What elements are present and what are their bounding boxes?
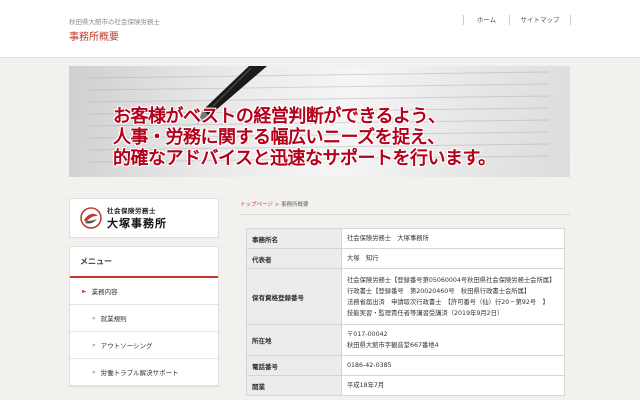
value-line: 平成18年7月 <box>347 382 385 389</box>
breadcrumb-separator: > <box>272 202 281 208</box>
value-line: 技能実習・監理責任者等講習受講済（2019年9月2日） <box>347 309 504 317</box>
site-header: 秋田県大館市の社会保険労務士 事務所概要 ホーム サイトマップ <box>0 0 640 58</box>
row-label: 代表者 <box>246 248 342 269</box>
value-line: 0186-42-0385 <box>347 362 392 369</box>
arrow-right-icon: ► <box>82 287 87 295</box>
office-logo[interactable]: 社会保険労務士 大塚事務所 <box>69 198 219 238</box>
sidebar-menu: メニュー ► 業務内容 » 就業規則 » アウトソーシング » 労働トラブル解決… <box>69 246 219 387</box>
logo-name: 大塚事務所 <box>107 217 167 230</box>
menu-item-label: 労働トラブル解決サポート <box>100 369 179 377</box>
office-info-table: 事務所名 社会保険労務士 大塚事務所 代表者 大塚 知行 保有資格登録番号 社会… <box>246 228 565 396</box>
table-row: 所在地 〒017-00042 秋田県大館市字観音堂667番地4 <box>246 324 565 356</box>
sidebar: 社会保険労務士 大塚事務所 メニュー ► 業務内容 » 就業規則 » アウトソー… <box>69 198 219 400</box>
nav-sitemap-link[interactable]: サイトマップ <box>509 15 571 25</box>
table-row: 保有資格登録番号 社会保険労務士【登録番号第05060004号秋田県社会保険労務… <box>246 268 565 325</box>
global-nav-sitemap: サイトマップ <box>509 15 571 25</box>
value-line: 〒017-00042 <box>347 331 388 338</box>
logo-text: 社会保険労務士 大塚事務所 <box>107 205 167 231</box>
row-label: 開業 <box>246 375 342 396</box>
table-row: 事務所名 社会保険労務士 大塚事務所 <box>246 228 565 249</box>
global-nav-home: ホーム <box>463 15 509 25</box>
logo-mark-icon <box>80 207 102 229</box>
row-label: 所在地 <box>246 324 342 356</box>
table-row: 開業 平成18年7月 <box>246 375 565 396</box>
row-value: 平成18年7月 <box>341 375 565 396</box>
main-area: 社会保険労務士 大塚事務所 メニュー ► 業務内容 » 就業規則 » アウトソー… <box>0 190 640 400</box>
table-row: 代表者 大塚 知行 <box>246 248 565 269</box>
hero-banner: お客様がベストの経営判断ができるよう、 人事・労務に関する幅広いニーズを捉え、 … <box>69 66 570 177</box>
double-chevron-icon: » <box>92 314 96 322</box>
menu-item-labor-dispute[interactable]: » 労働トラブル解決サポート <box>70 359 218 386</box>
row-value: 社会保険労務士【登録番号第05060004号秋田県社会保険労務士会所属】 行政書… <box>341 268 565 325</box>
row-value: 0186-42-0385 <box>341 355 565 376</box>
main-content: トップページ > 事務所概要 事務所名 社会保険労務士 大塚事務所 代表者 大塚… <box>240 200 570 396</box>
value-line: 大塚 知行 <box>347 255 379 262</box>
row-label: 事務所名 <box>246 228 342 249</box>
menu-item-work-rules[interactable]: » 就業規則 <box>70 305 218 332</box>
logo-subtitle: 社会保険労務士 <box>107 207 156 215</box>
site-description: 秋田県大館市の社会保険労務士 <box>69 18 160 26</box>
menu-item-outsourcing[interactable]: » アウトソーシング <box>70 332 218 359</box>
row-label: 電話番号 <box>246 355 342 376</box>
menu-item-services[interactable]: ► 業務内容 <box>70 278 218 305</box>
page-title[interactable]: 事務所概要 <box>69 28 119 43</box>
hero-message-line-3: 的確なアドバイスと迅速なサポートを行います。 <box>113 148 496 169</box>
value-line: 秋田県大館市字観音堂667番地4 <box>347 342 439 349</box>
menu-title: メニュー <box>70 247 218 278</box>
row-value: 〒017-00042 秋田県大館市字観音堂667番地4 <box>341 324 565 356</box>
menu-item-label: アウトソーシング <box>100 342 153 350</box>
row-value: 社会保険労務士 大塚事務所 <box>341 228 565 249</box>
value-line: 行政書士【登録番号 第20020460号 秋田県行政書士会所属】 <box>347 287 531 295</box>
double-chevron-icon: » <box>92 368 96 376</box>
value-line: 社会保険労務士【登録番号第05060004号秋田県社会保険労務士会所属】 <box>347 276 556 284</box>
value-line: 社会保険労務士 大塚事務所 <box>347 235 429 242</box>
breadcrumb: トップページ > 事務所概要 <box>240 200 570 215</box>
menu-item-label: 業務内容 <box>91 288 118 296</box>
double-chevron-icon: » <box>92 341 96 349</box>
row-label: 保有資格登録番号 <box>246 268 342 325</box>
menu-item-label: 就業規則 <box>100 315 127 323</box>
breadcrumb-home-link[interactable]: トップページ <box>240 202 273 208</box>
value-line: 法務省届出済 申請取次行政書士 【許可番号（仙）行20－第92号 】 <box>347 298 549 306</box>
row-value: 大塚 知行 <box>341 248 565 269</box>
breadcrumb-current: 事務所概要 <box>281 202 309 208</box>
table-row: 電話番号 0186-42-0385 <box>246 355 565 376</box>
nav-home-link[interactable]: ホーム <box>463 15 509 25</box>
